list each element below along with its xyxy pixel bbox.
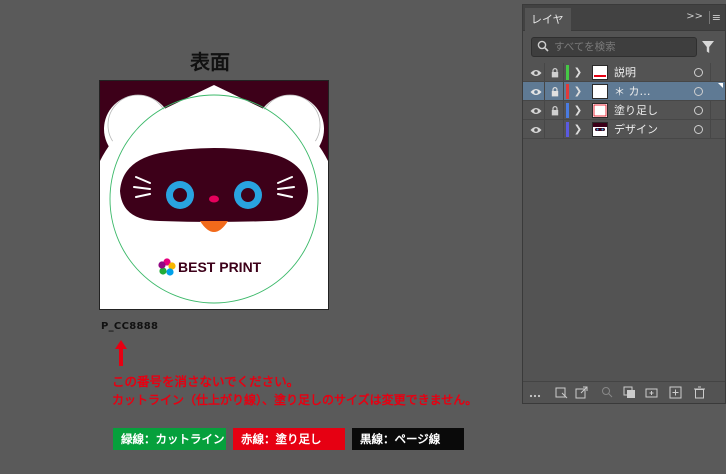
expand-chevron-icon[interactable]: ❯ (571, 101, 585, 120)
expand-chevron-icon[interactable]: ❯ (571, 82, 585, 101)
visibility-eye-icon[interactable] (527, 82, 545, 101)
search-input[interactable] (554, 39, 692, 55)
filter-icon[interactable] (701, 40, 715, 54)
expand-chevron-icon[interactable]: ❯ (571, 120, 585, 139)
panel-header: レイヤー >> ≡ (523, 5, 725, 49)
left-pupil (173, 188, 187, 202)
layer-row-bleed[interactable]: ❯ 塗り足し (523, 101, 725, 120)
layer-thumbnail (592, 103, 608, 118)
tab-layers[interactable]: レイヤー (525, 8, 571, 49)
delete-icon[interactable] (693, 386, 706, 399)
search-box[interactable] (531, 37, 697, 57)
layer-name: ＊ カ… (614, 85, 651, 98)
expand-chevron-icon[interactable]: ❯ (571, 63, 585, 82)
nose (209, 195, 219, 203)
row-divider (710, 101, 711, 120)
lock-icon[interactable] (546, 101, 564, 120)
logo-text: BEST PRINT (178, 259, 262, 275)
row-divider (710, 120, 711, 139)
lock-icon[interactable] (546, 82, 564, 101)
layer-color-swatch (566, 122, 569, 137)
layer-color-swatch (566, 103, 569, 118)
legend-cut-line: 緑線：カットライン (113, 428, 226, 450)
right-pupil (241, 188, 255, 202)
row-divider (710, 63, 711, 82)
search-icon (537, 40, 549, 52)
artboard[interactable]: BEST PRINT (99, 80, 329, 310)
legend-page-line: 黒線：ページ線 (352, 428, 464, 450)
selection-indicator-icon (718, 83, 723, 88)
visibility-eye-icon[interactable] (527, 101, 545, 120)
layer-color-swatch (566, 84, 569, 99)
target-circle-icon[interactable] (694, 106, 703, 115)
expand-panel-button[interactable]: >> (686, 11, 703, 22)
panel-footer (523, 381, 725, 403)
export-icon[interactable] (575, 386, 588, 399)
search-row (523, 31, 725, 63)
layer-thumbnail (592, 84, 608, 99)
more-icon[interactable] (529, 386, 542, 399)
layer-row-design[interactable]: ❯ デザイン (523, 120, 725, 139)
lock-icon[interactable] (546, 63, 564, 82)
character-artwork: BEST PRINT (100, 81, 328, 309)
target-circle-icon[interactable] (694, 125, 703, 134)
locate-object-icon[interactable] (601, 386, 614, 399)
legend-bleed: 赤線：塗り足し (233, 428, 345, 450)
layer-list: ❯ 説明 ❯ ＊ カ… ❯ 塗り足し ❯ デザイン (523, 63, 725, 139)
layer-name: 説明 (614, 66, 636, 79)
layer-name: 塗り足し (614, 104, 658, 117)
visibility-eye-icon[interactable] (527, 120, 545, 139)
product-code: P_CC8888 (101, 321, 159, 332)
visibility-eye-icon[interactable] (527, 63, 545, 82)
target-circle-icon[interactable] (694, 68, 703, 77)
new-layer-icon[interactable] (669, 386, 682, 399)
layer-thumbnail (592, 65, 608, 80)
note-line-2: カットライン（仕上がり線）、塗り足しのサイズは変更できません。 (112, 393, 478, 407)
note-line-1: この番号を消さないでください。 (112, 374, 300, 389)
layer-row-explanation[interactable]: ❯ 説明 (523, 63, 725, 82)
clipping-mask-icon[interactable] (623, 386, 636, 399)
arrow-up-icon (115, 340, 127, 366)
collect-export-icon[interactable] (555, 386, 568, 399)
layer-color-swatch (566, 65, 569, 80)
panel-menu-button[interactable]: ≡ (712, 11, 721, 24)
artboard-title: 表面 (190, 50, 230, 74)
new-sublayer-icon[interactable] (645, 386, 658, 399)
layer-thumbnail (592, 122, 608, 137)
mask-band (120, 148, 308, 222)
target-circle-icon[interactable] (694, 87, 703, 96)
layers-panel: レイヤー >> ≡ ❯ (522, 4, 726, 404)
layer-row-cutline[interactable]: ❯ ＊ カ… (523, 82, 725, 101)
lock-toggle-empty[interactable] (546, 120, 564, 139)
layer-name: デザイン (614, 123, 658, 136)
header-divider (709, 11, 710, 24)
